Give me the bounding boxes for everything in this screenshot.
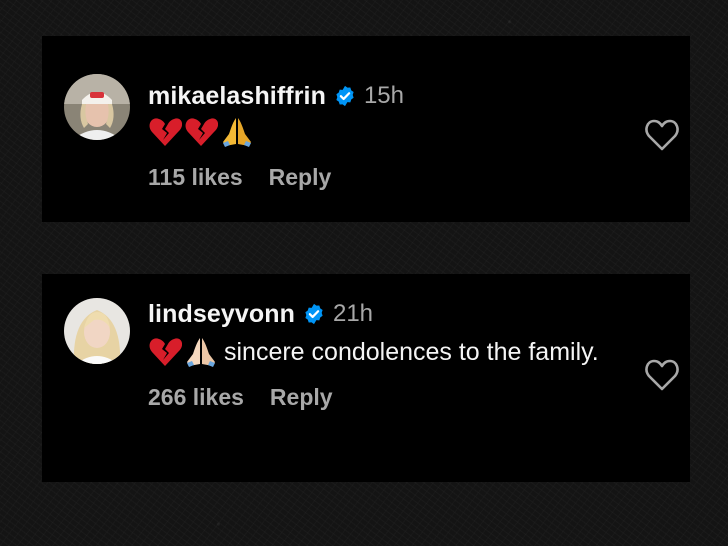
folded-hands-icon bbox=[223, 118, 251, 147]
emoji-row bbox=[148, 336, 220, 368]
comment-card: mikaelashiffrin 15h 115 likes Reply bbox=[42, 36, 690, 222]
broken-heart-icon bbox=[185, 118, 218, 146]
verified-badge-icon bbox=[336, 85, 354, 107]
comment-text: sincere condolences to the family. bbox=[148, 334, 620, 370]
comment-body: sincere condolences to the family. bbox=[224, 338, 599, 366]
comment-header: lindseyvonn 21h bbox=[148, 298, 620, 330]
timestamp: 21h bbox=[332, 300, 374, 327]
avatar[interactable] bbox=[64, 298, 130, 364]
comment-card: lindseyvonn 21h sincere condolences to t… bbox=[42, 274, 690, 482]
profile-photo bbox=[64, 74, 130, 140]
username[interactable]: mikaelashiffrin bbox=[148, 82, 326, 111]
reply-button[interactable]: Reply bbox=[270, 384, 333, 411]
profile-photo bbox=[64, 298, 130, 364]
comment-header: mikaelashiffrin 15h bbox=[148, 80, 620, 112]
emoji-row bbox=[148, 116, 256, 148]
like-heart-icon[interactable] bbox=[644, 118, 680, 152]
likes-count[interactable]: 266 likes bbox=[148, 384, 244, 411]
comment-content: mikaelashiffrin 15h 115 likes Reply bbox=[148, 80, 620, 191]
broken-heart-icon bbox=[149, 338, 182, 366]
timestamp: 15h bbox=[363, 82, 404, 109]
like-heart-icon[interactable] bbox=[644, 358, 680, 392]
reply-button[interactable]: Reply bbox=[269, 164, 332, 191]
comment-content: lindseyvonn 21h sincere condolences to t… bbox=[148, 298, 620, 411]
folded-hands-icon bbox=[187, 338, 215, 367]
username[interactable]: lindseyvonn bbox=[148, 300, 295, 329]
avatar[interactable] bbox=[64, 74, 130, 140]
broken-heart-icon bbox=[149, 118, 182, 146]
comment-text bbox=[148, 116, 620, 148]
likes-count[interactable]: 115 likes bbox=[148, 164, 243, 191]
comment-meta: 266 likes Reply bbox=[148, 384, 620, 411]
verified-badge-icon bbox=[305, 303, 323, 325]
comment-meta: 115 likes Reply bbox=[148, 164, 620, 191]
